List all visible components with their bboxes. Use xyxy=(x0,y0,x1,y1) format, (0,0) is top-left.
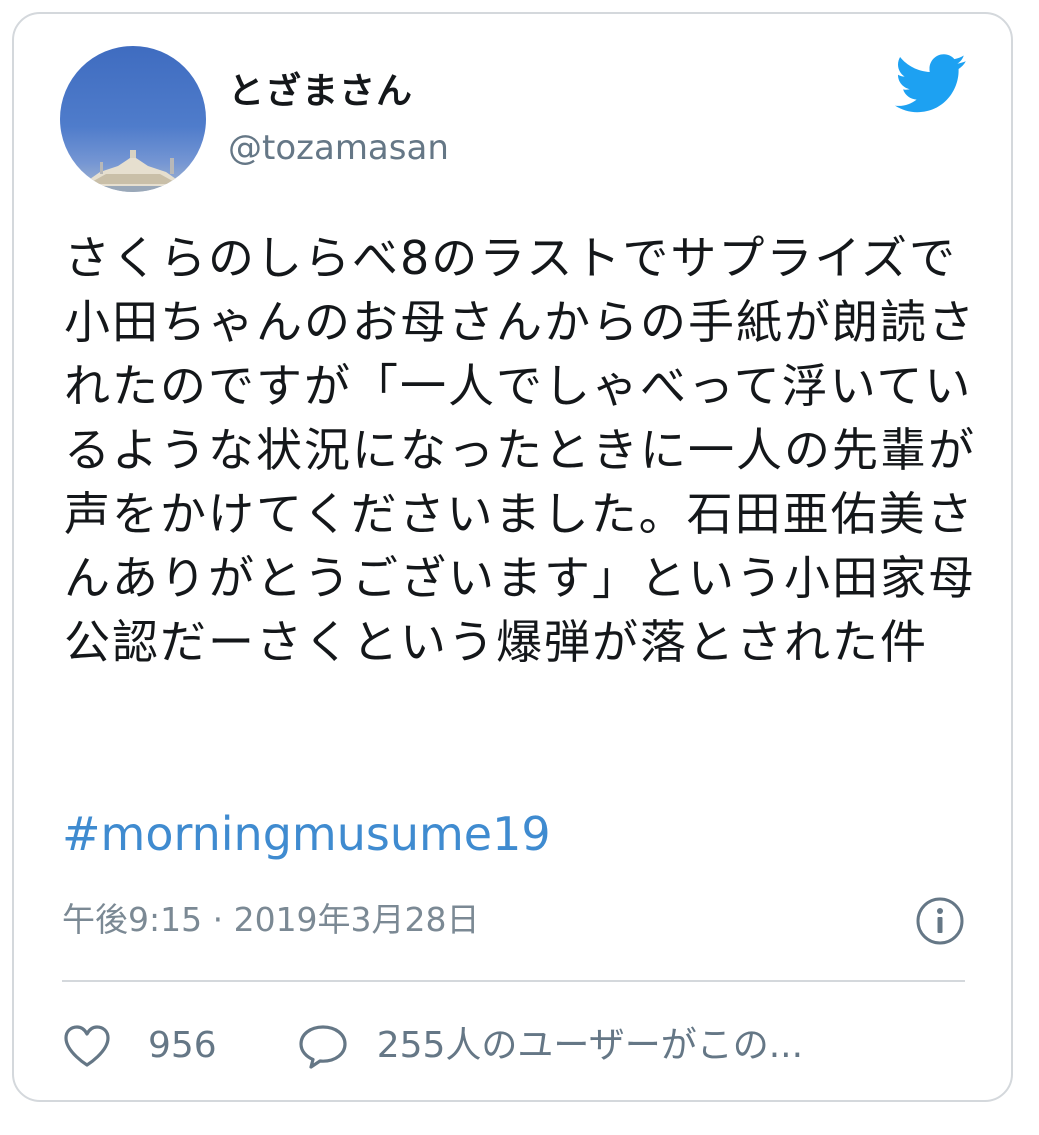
reply-users-text[interactable]: 255人のユーザーがこの... xyxy=(377,1022,803,1070)
avatar-image xyxy=(60,150,206,192)
user-handle[interactable]: @tozamasan xyxy=(228,126,449,170)
info-icon[interactable] xyxy=(915,896,965,946)
avatar[interactable] xyxy=(60,46,206,192)
display-name[interactable]: とざまさん xyxy=(228,70,413,114)
twitter-bird-icon[interactable] xyxy=(895,54,967,114)
tweet-timestamp[interactable]: 午後9:15 · 2019年3月28日 xyxy=(62,898,480,942)
tweet-text: さくらのしらべ8のラストでサプライズで小田ちゃんのお母さんからの手紙が朗読された… xyxy=(64,231,976,669)
hashtag-link[interactable]: #morningmusume19 xyxy=(62,802,551,866)
tweet-card: とざまさん @tozamasan さくらのしらべ8のラストでサプライズで小田ちゃ… xyxy=(12,12,1013,1102)
heart-icon[interactable] xyxy=(62,1022,112,1070)
action-bar: 956 255人のユーザーがこの... xyxy=(62,1016,803,1076)
like-count[interactable]: 956 xyxy=(148,1022,217,1070)
divider xyxy=(62,980,965,982)
speech-bubble-icon[interactable] xyxy=(297,1022,349,1070)
